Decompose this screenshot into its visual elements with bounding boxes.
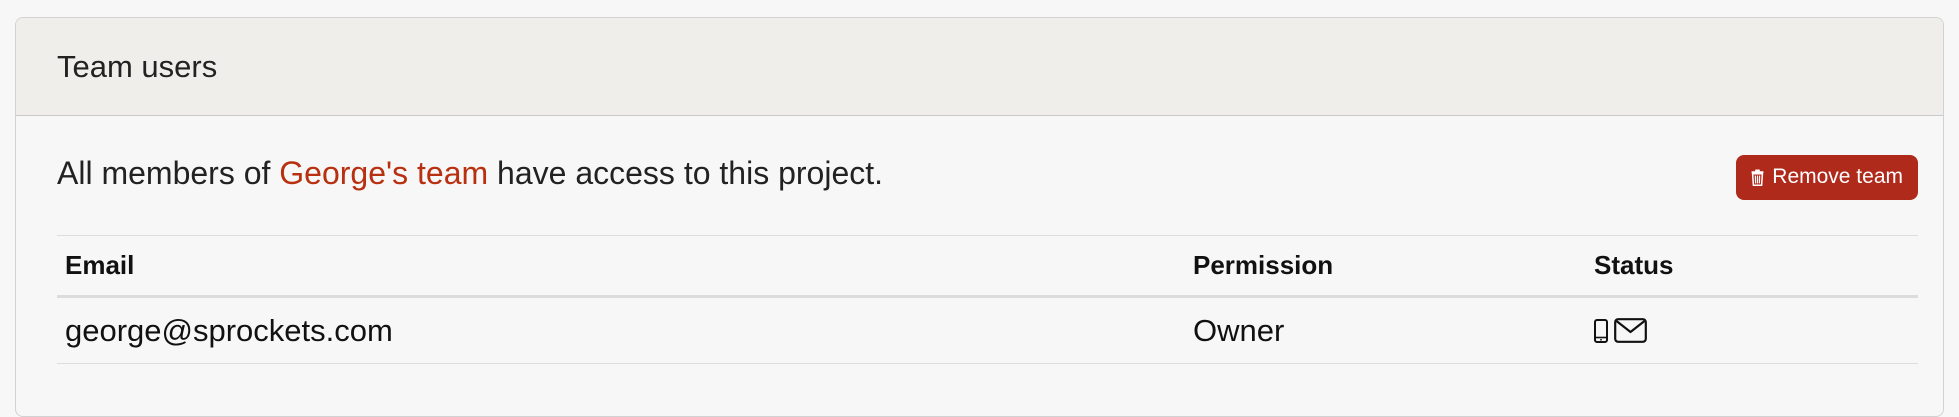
permission-cell: Owner xyxy=(1185,297,1586,364)
table-header-row: Email Permission Status xyxy=(57,236,1918,297)
intro-text: All members of George's team have access… xyxy=(57,155,883,192)
team-link[interactable]: George's team xyxy=(279,155,488,191)
team-users-table: Email Permission Status george@sprockets… xyxy=(57,235,1918,364)
intro-suffix: have access to this project. xyxy=(488,155,883,191)
email-cell: george@sprockets.com xyxy=(57,297,1185,364)
table-row: george@sprockets.com Owner xyxy=(57,297,1918,364)
panel-body: All members of George's team have access… xyxy=(16,116,1943,364)
remove-team-button[interactable]: Remove team xyxy=(1736,155,1918,200)
trash-icon xyxy=(1751,169,1764,186)
status-cell xyxy=(1586,297,1918,364)
envelope-icon xyxy=(1614,318,1647,343)
remove-team-label: Remove team xyxy=(1772,165,1903,189)
panel-title: Team users xyxy=(57,49,217,85)
column-header-permission: Permission xyxy=(1185,236,1586,297)
panel-header: Team users xyxy=(16,18,1943,116)
mobile-phone-icon xyxy=(1594,319,1608,343)
column-header-status: Status xyxy=(1586,236,1918,297)
column-header-email: Email xyxy=(57,236,1185,297)
intro-prefix: All members of xyxy=(57,155,279,191)
status-icons xyxy=(1594,318,1910,343)
team-users-panel: Team users All members of George's team … xyxy=(15,17,1944,417)
intro-row: All members of George's team have access… xyxy=(57,116,1918,235)
